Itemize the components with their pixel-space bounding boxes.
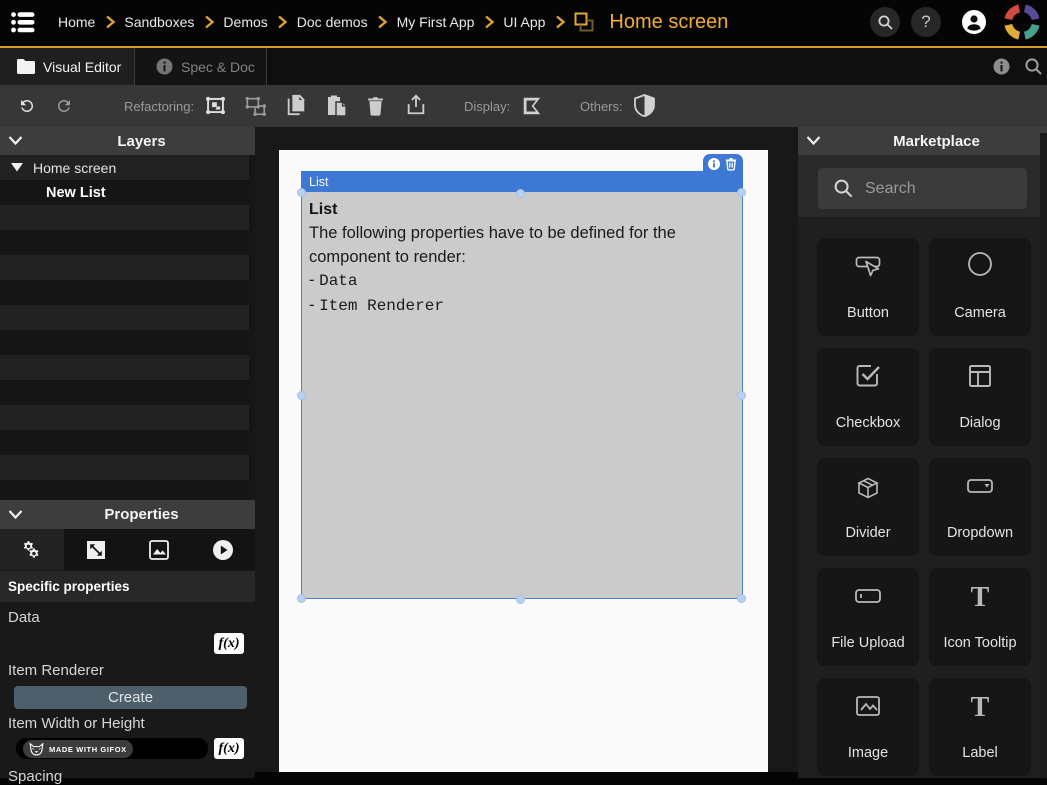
svg-text:T: T	[971, 692, 990, 721]
svg-text:T: T	[971, 582, 990, 611]
